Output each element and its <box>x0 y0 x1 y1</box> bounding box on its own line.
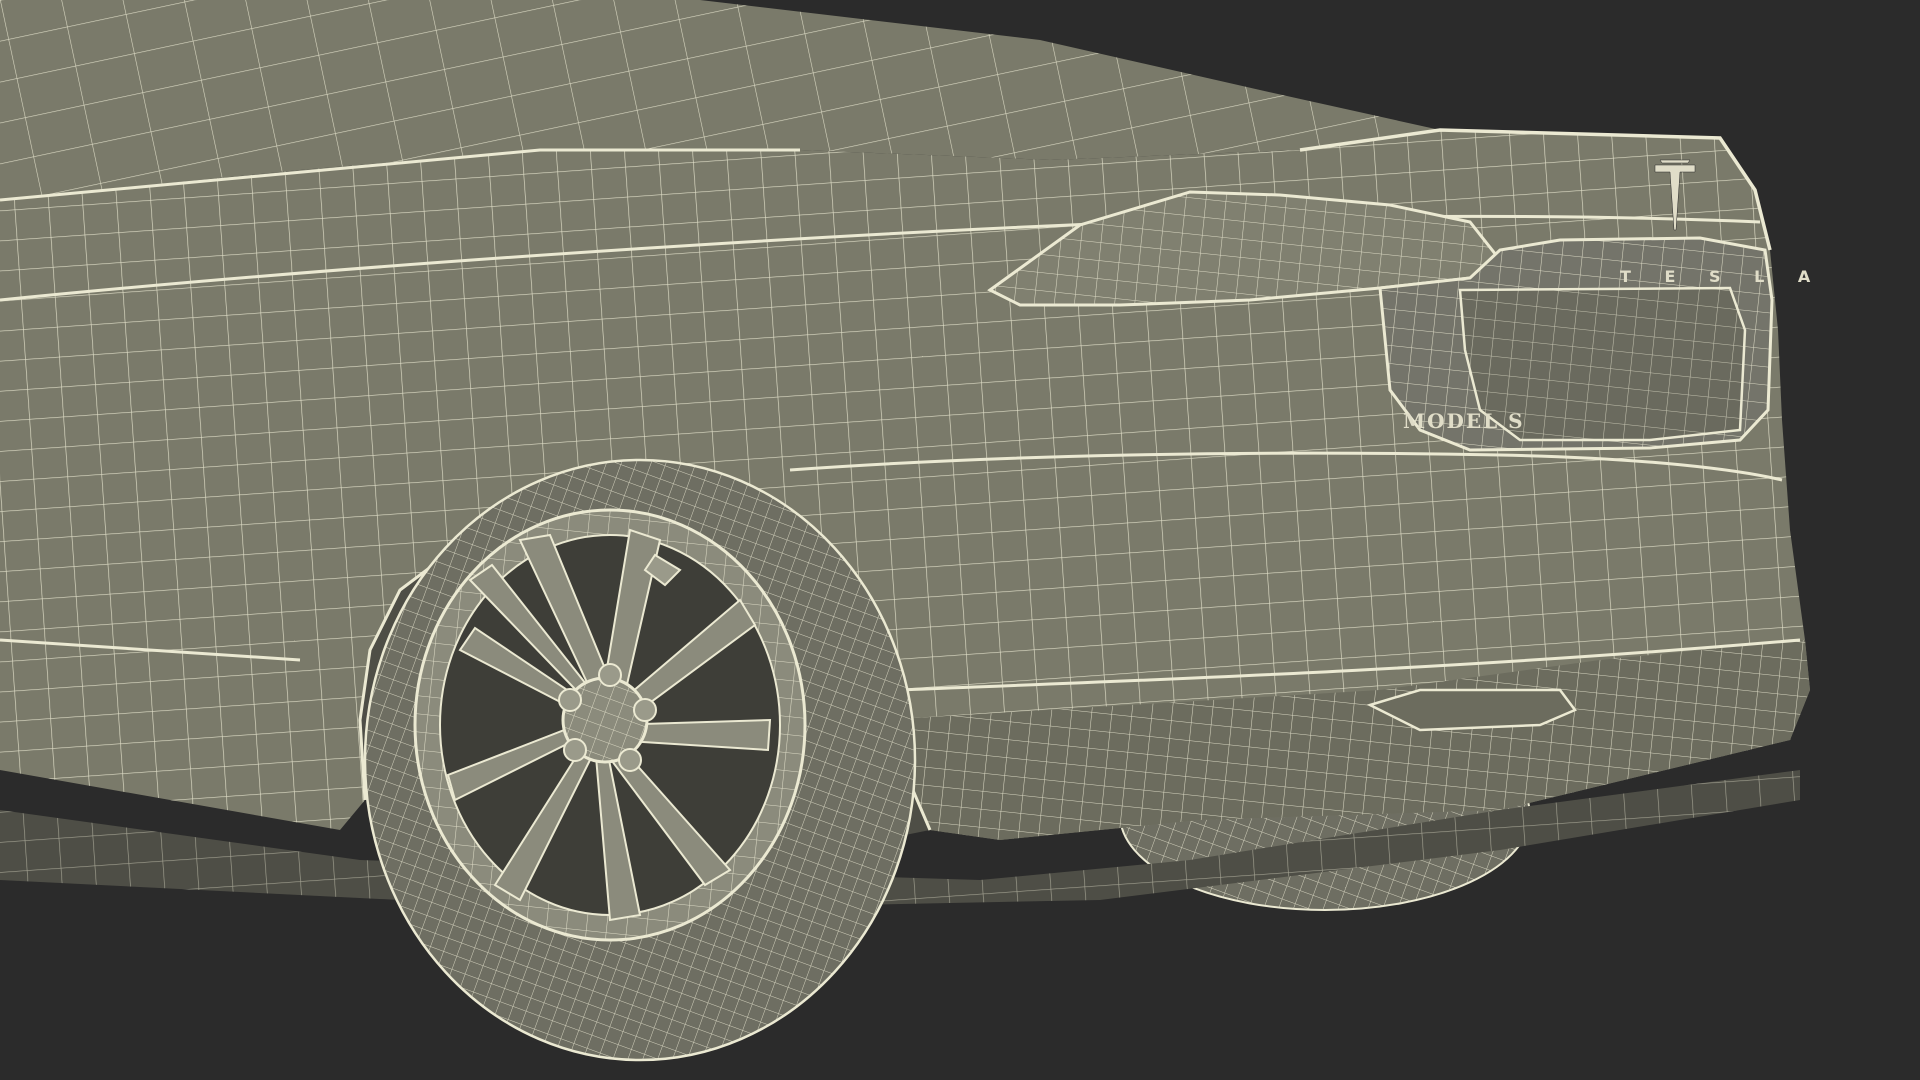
brand-lettering: T E S L A <box>1620 267 1824 286</box>
model-badge: MODEL S <box>1403 409 1525 433</box>
wireframe-render: T E S L A MODEL S <box>0 0 1920 1080</box>
rear-wheel <box>363 458 917 1062</box>
